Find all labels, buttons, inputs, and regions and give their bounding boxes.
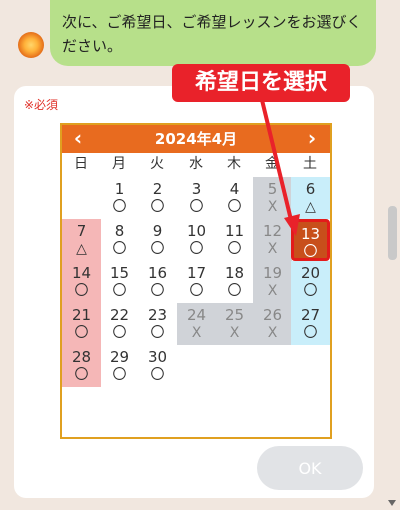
scroll-down-icon[interactable] [388,500,396,506]
annotation-arrow-icon [260,99,300,236]
scrollbar-thumb[interactable] [388,206,397,260]
scrollbar[interactable] [386,0,400,510]
